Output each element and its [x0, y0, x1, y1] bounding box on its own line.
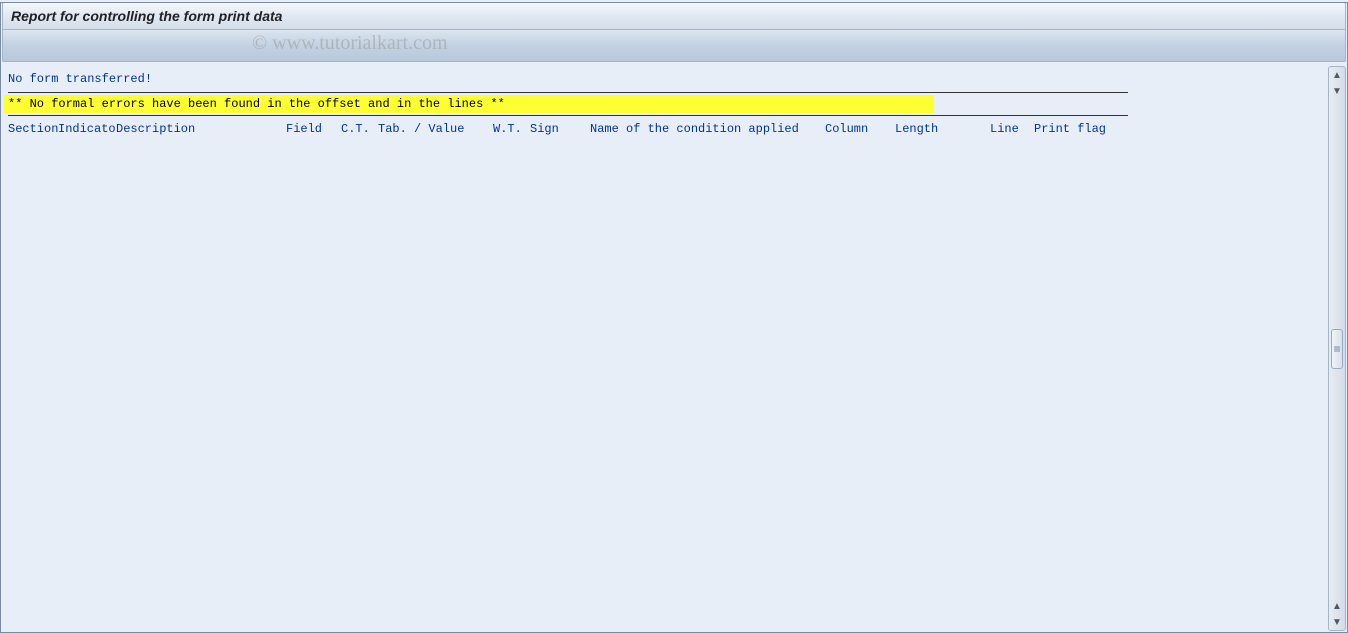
col-field: Field: [286, 122, 341, 136]
toolbar: [2, 30, 1346, 62]
col-description: Description: [116, 122, 286, 136]
col-condition-name: Name of the condition applied: [590, 122, 825, 136]
col-line: Line: [990, 122, 1034, 136]
col-tab-value: Tab. / Value: [378, 122, 493, 136]
col-length: Length: [895, 122, 990, 136]
status-message: No form transferred!: [2, 66, 1326, 90]
divider-bottom: [8, 115, 1128, 116]
scroll-grip-icon: [1334, 346, 1340, 351]
col-indicato: Indicato: [58, 122, 116, 136]
scroll-up-secondary-button[interactable]: ▲: [1329, 598, 1345, 614]
info-message-highlight: ** No formal errors have been found in t…: [4, 95, 934, 113]
scroll-down-secondary-button[interactable]: ▼: [1329, 83, 1345, 99]
page-title: Report for controlling the form print da…: [11, 8, 282, 24]
col-ct: C.T.: [341, 122, 378, 136]
col-print-flag: Print flag: [1034, 122, 1106, 136]
report-content: No form transferred! ** No formal errors…: [2, 66, 1326, 631]
column-headers-row: SectionIndicatoDescriptionFieldC.T.Tab. …: [2, 118, 1326, 140]
col-sign: Sign: [530, 122, 590, 136]
scroll-up-button[interactable]: ▲: [1329, 67, 1345, 83]
title-bar: Report for controlling the form print da…: [2, 2, 1346, 30]
vertical-scrollbar[interactable]: ▲ ▼ ▲ ▼: [1328, 66, 1346, 631]
col-section: Section: [8, 122, 58, 136]
scroll-thumb[interactable]: [1331, 329, 1343, 369]
divider-top: [8, 92, 1128, 93]
col-wt: W.T.: [493, 122, 530, 136]
scroll-down-button[interactable]: ▼: [1329, 614, 1345, 630]
col-column: Column: [825, 122, 895, 136]
